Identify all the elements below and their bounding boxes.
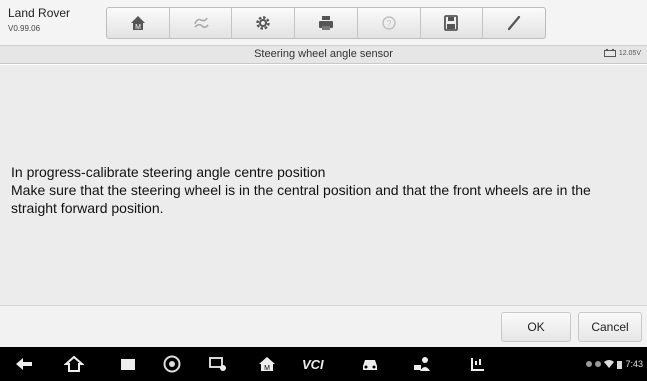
user-icon bbox=[414, 357, 430, 371]
print-icon bbox=[319, 16, 334, 30]
svg-text:M: M bbox=[135, 24, 141, 31]
car-icon bbox=[363, 360, 377, 370]
ok-button[interactable]: OK bbox=[501, 312, 571, 342]
message-panel: In progress-calibrate steering angle cen… bbox=[0, 65, 647, 305]
shop-button[interactable] bbox=[468, 355, 488, 373]
brand-name: Land Rover bbox=[8, 6, 71, 20]
vehicle-swap-icon bbox=[193, 17, 209, 29]
recent-apps-icon bbox=[121, 359, 135, 370]
edit-icon bbox=[508, 15, 521, 31]
vci-label: VCI bbox=[302, 357, 324, 372]
home-icon: M bbox=[130, 16, 145, 31]
battery-icon bbox=[603, 49, 616, 57]
display-icon bbox=[209, 357, 226, 371]
svg-text:?: ? bbox=[386, 19, 391, 29]
cancel-button[interactable]: Cancel bbox=[578, 312, 642, 342]
clock: 7:43 bbox=[625, 359, 643, 369]
message-line-2: Make sure that the steering wheel is in … bbox=[11, 182, 591, 216]
wifi-icon bbox=[604, 360, 615, 368]
battery-status: 12.05V bbox=[603, 49, 641, 57]
chrome-icon bbox=[163, 355, 181, 373]
home-button[interactable]: M bbox=[107, 8, 170, 38]
display-button[interactable] bbox=[208, 355, 228, 373]
tool-strip: M ? bbox=[106, 7, 546, 39]
recent-apps-button[interactable] bbox=[118, 355, 138, 373]
sync-icon bbox=[595, 361, 602, 367]
battery-voltage: 12.05V bbox=[618, 49, 641, 57]
vehicle-button[interactable] bbox=[360, 355, 380, 373]
system-navbar: M VCI 7:43 bbox=[0, 347, 647, 381]
settings-button[interactable] bbox=[232, 8, 296, 38]
save-icon bbox=[444, 15, 459, 31]
save-button[interactable] bbox=[421, 8, 484, 38]
svg-text:M: M bbox=[264, 365, 270, 372]
vci-button[interactable]: VCI bbox=[302, 356, 326, 374]
back-icon bbox=[16, 358, 32, 370]
edit-button[interactable] bbox=[483, 8, 545, 38]
shop-icon bbox=[471, 358, 484, 371]
action-footer: OK Cancel bbox=[0, 305, 647, 347]
brand-version: V0.99.06 bbox=[8, 24, 41, 33]
chrome-button[interactable] bbox=[162, 355, 182, 373]
status-tray: 7:43 bbox=[586, 359, 643, 369]
home-nav-button[interactable] bbox=[63, 355, 85, 373]
message-line-1: In progress-calibrate steering angle cen… bbox=[11, 164, 326, 180]
help-button[interactable]: ? bbox=[358, 8, 421, 38]
notification-icon bbox=[586, 361, 593, 367]
user-button[interactable] bbox=[412, 355, 432, 373]
help-icon: ? bbox=[381, 16, 396, 30]
vehicle-swap-button[interactable] bbox=[170, 8, 233, 38]
battery-icon bbox=[617, 360, 623, 369]
instruction-message: In progress-calibrate steering angle cen… bbox=[11, 163, 636, 217]
print-button[interactable] bbox=[295, 8, 358, 38]
settings-icon bbox=[256, 16, 270, 30]
page-title: Steering wheel angle sensor bbox=[254, 48, 393, 60]
title-bar: Steering wheel angle sensor 12.05V bbox=[0, 46, 647, 64]
top-toolbar: Land Rover V0.99.06 M ? bbox=[0, 0, 647, 46]
maxisys-home-icon: M bbox=[259, 357, 275, 372]
back-button[interactable] bbox=[14, 355, 34, 373]
vehicle-brand: Land Rover V0.99.06 bbox=[8, 6, 98, 34]
home-icon bbox=[63, 355, 85, 372]
maxisys-home-button[interactable]: M bbox=[257, 355, 277, 373]
